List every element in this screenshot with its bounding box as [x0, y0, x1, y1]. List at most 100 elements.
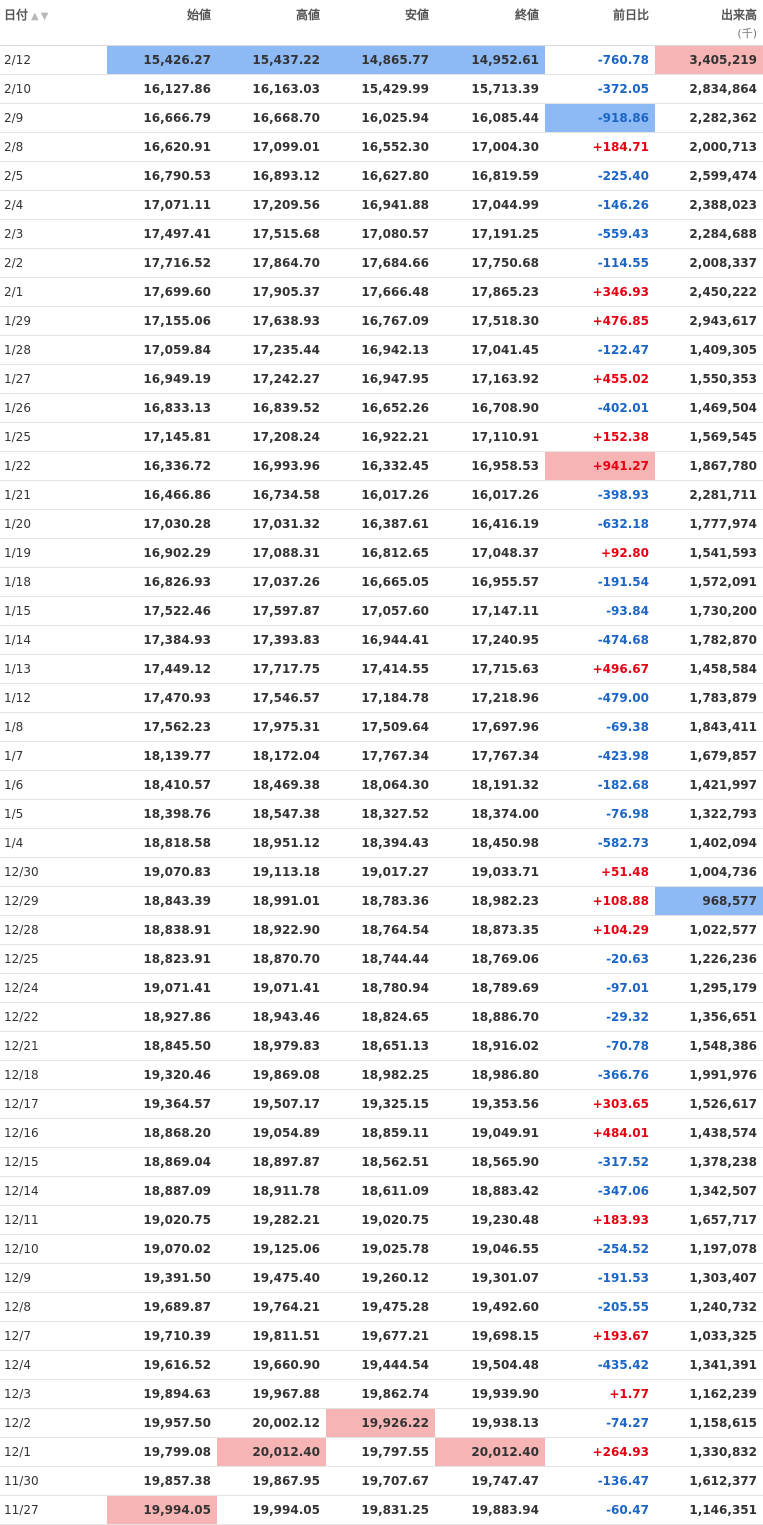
volume-cell: 1,782,870 — [655, 625, 763, 655]
volume-cell: 1,612,377 — [655, 1466, 763, 1496]
change-cell: -317.52 — [545, 1147, 655, 1177]
table-row: 1/5 18,398.76 18,547.38 18,327.52 18,374.00-… — [0, 799, 763, 829]
high-cell: 17,905.37 — [217, 277, 326, 307]
table-row: 1/21 16,466.86 16,734.58 16,017.26 16,017.26… — [0, 480, 763, 510]
high-column-header: 高値 — [295, 8, 320, 22]
open-cell: 17,155.06 — [107, 306, 217, 336]
close-cell: 16,958.53 — [435, 451, 545, 481]
close-cell: 19,049.91 — [435, 1118, 545, 1148]
table-row: 12/9 19,391.50 19,475.40 19,260.12 19,301.07… — [0, 1263, 763, 1293]
volume-cell: 1,569,545 — [655, 422, 763, 452]
open-cell: 18,843.39 — [107, 886, 217, 916]
high-cell: 19,660.90 — [217, 1350, 326, 1380]
high-cell: 17,031.32 — [217, 509, 326, 539]
volume-cell: 3,405,219 — [655, 45, 763, 75]
close-cell: 16,416.19 — [435, 509, 545, 539]
table-row: 2/9 16,666.79 16,668.70 16,025.94 16,085.44-… — [0, 103, 763, 133]
close-cell: 17,004.30 — [435, 132, 545, 162]
low-cell: 19,831.25 — [326, 1495, 435, 1525]
change-cell: -582.73 — [545, 828, 655, 858]
date-cell: 12/30 — [0, 857, 107, 887]
high-cell: 16,993.96 — [217, 451, 326, 481]
low-cell: 16,922.21 — [326, 422, 435, 452]
low-cell: 16,941.88 — [326, 190, 435, 220]
open-cell: 18,818.58 — [107, 828, 217, 858]
volume-header-label: 出来高 — [720, 8, 757, 22]
change-cell: -20.63 — [545, 944, 655, 974]
table-row: 2/3 17,497.41 17,515.68 17,080.57 17,191.25-… — [0, 219, 763, 249]
low-cell: 16,947.95 — [326, 364, 435, 394]
change-cell: -191.54 — [545, 567, 655, 597]
high-cell: 18,922.90 — [217, 915, 326, 945]
volume-cell: 2,834,864 — [655, 74, 763, 104]
close-cell: 16,708.90 — [435, 393, 545, 423]
volume-cell: 968,577 — [655, 886, 763, 916]
date-cell: 12/16 — [0, 1118, 107, 1148]
high-cell: 19,811.51 — [217, 1321, 326, 1351]
change-cell: -760.78 — [545, 45, 655, 75]
open-cell: 19,689.87 — [107, 1292, 217, 1322]
date-cell: 12/15 — [0, 1147, 107, 1177]
table-row: 12/10 19,070.02 19,125.06 19,025.78 19,046.5… — [0, 1234, 763, 1264]
open-cell: 19,616.52 — [107, 1350, 217, 1380]
high-cell: 16,839.52 — [217, 393, 326, 423]
low-cell: 19,020.75 — [326, 1205, 435, 1235]
date-cell: 1/7 — [0, 741, 107, 771]
volume-cell: 1,991,976 — [655, 1060, 763, 1090]
table-row: 12/28 18,838.91 18,922.90 18,764.54 18,873.3… — [0, 915, 763, 945]
close-cell: 17,041.45 — [435, 335, 545, 365]
open-cell: 19,391.50 — [107, 1263, 217, 1293]
date-header-label: 日付 — [4, 8, 29, 22]
volume-cell: 1,657,717 — [655, 1205, 763, 1235]
open-cell: 18,398.76 — [107, 799, 217, 829]
open-cell: 17,384.93 — [107, 625, 217, 655]
open-cell: 18,868.20 — [107, 1118, 217, 1148]
date-cell: 11/30 — [0, 1466, 107, 1496]
low-cell: 19,862.74 — [326, 1379, 435, 1409]
volume-cell: 2,284,688 — [655, 219, 763, 249]
high-cell: 16,163.03 — [217, 74, 326, 104]
open-cell: 18,410.57 — [107, 770, 217, 800]
date-cell: 11/27 — [0, 1495, 107, 1525]
sort-arrows-icon[interactable]: ▲▼ — [31, 11, 50, 22]
change-cell: -435.42 — [545, 1350, 655, 1380]
date-cell: 2/3 — [0, 219, 107, 249]
change-cell: -205.55 — [545, 1292, 655, 1322]
table-row: 12/11 19,020.75 19,282.21 19,020.75 19,230.4… — [0, 1205, 763, 1235]
open-cell: 16,466.86 — [107, 480, 217, 510]
table-row: 1/29 17,155.06 17,638.93 16,767.09 17,518.30… — [0, 306, 763, 336]
low-cell: 19,707.67 — [326, 1466, 435, 1496]
open-cell: 17,145.81 — [107, 422, 217, 452]
date-cell: 12/24 — [0, 973, 107, 1003]
date-cell: 12/25 — [0, 944, 107, 974]
close-cell: 19,747.47 — [435, 1466, 545, 1496]
table-row: 1/6 18,410.57 18,469.38 18,064.30 18,191.32-… — [0, 770, 763, 800]
date-cell: 2/8 — [0, 132, 107, 162]
volume-cell: 2,000,713 — [655, 132, 763, 162]
low-cell: 19,475.28 — [326, 1292, 435, 1322]
date-column-header[interactable]: 日付 ▲▼ — [0, 0, 107, 45]
volume-cell: 1,458,584 — [655, 654, 763, 684]
close-cell: 18,789.69 — [435, 973, 545, 1003]
table-row: 12/25 18,823.91 18,870.70 18,744.44 18,769.0… — [0, 944, 763, 974]
change-cell: +346.93 — [545, 277, 655, 307]
high-cell: 18,991.01 — [217, 886, 326, 916]
change-cell: +92.80 — [545, 538, 655, 568]
volume-cell: 1,421,997 — [655, 770, 763, 800]
low-cell: 17,666.48 — [326, 277, 435, 307]
open-cell: 19,070.83 — [107, 857, 217, 887]
date-cell: 1/8 — [0, 712, 107, 742]
date-cell: 2/10 — [0, 74, 107, 104]
table-row: 1/26 16,833.13 16,839.52 16,652.26 16,708.90… — [0, 393, 763, 423]
close-cell: 17,767.34 — [435, 741, 545, 771]
table-row: 1/8 17,562.23 17,975.31 17,509.64 17,697.96-… — [0, 712, 763, 742]
open-cell: 16,666.79 — [107, 103, 217, 133]
volume-cell: 1,378,238 — [655, 1147, 763, 1177]
table-row: 2/4 17,071.11 17,209.56 16,941.88 17,044.99-… — [0, 190, 763, 220]
table-row: 2/1 17,699.60 17,905.37 17,666.48 17,865.23 +… — [0, 277, 763, 307]
change-cell: -423.98 — [545, 741, 655, 771]
table-row: 1/25 17,145.81 17,208.24 16,922.21 17,110.91… — [0, 422, 763, 452]
high-cell: 20,012.40 — [217, 1437, 326, 1467]
open-cell: 19,994.05 — [107, 1495, 217, 1525]
low-cell: 16,627.80 — [326, 161, 435, 191]
